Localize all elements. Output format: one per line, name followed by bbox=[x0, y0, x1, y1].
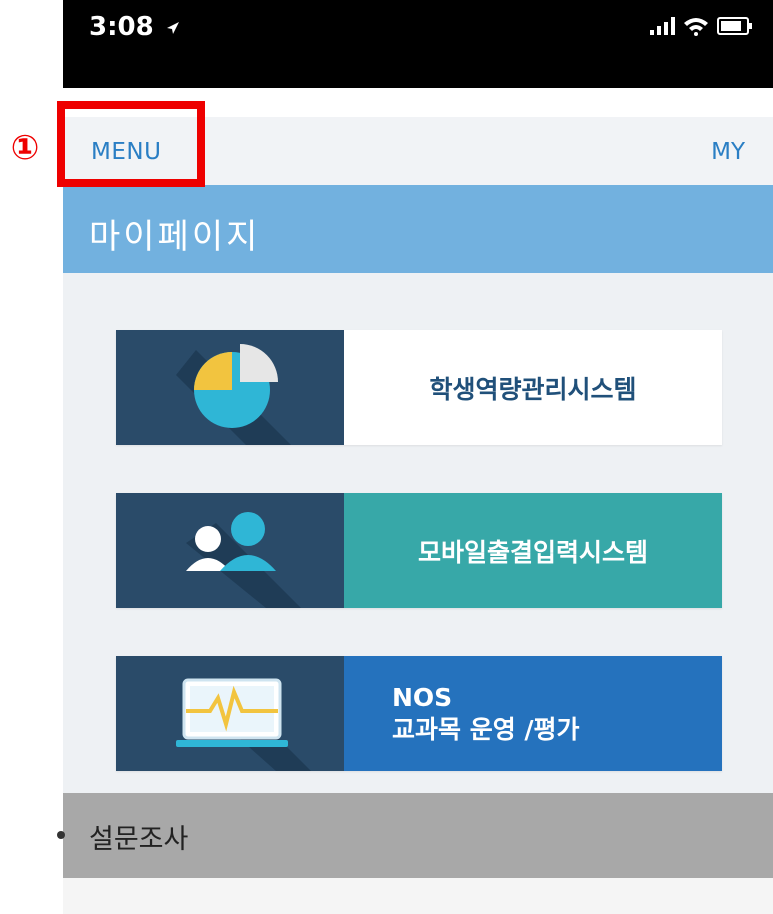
page-title: 마이페이지 bbox=[89, 217, 261, 257]
status-time: 3:08 bbox=[89, 12, 181, 42]
nos-course-card[interactable]: NOS 교과목 운영 /평가 bbox=[116, 656, 722, 771]
page-header: 마이페이지 bbox=[63, 185, 773, 273]
card-label: NOS 교과목 운영 /평가 bbox=[344, 656, 722, 771]
card-label-line1: NOS bbox=[392, 682, 453, 712]
main-content: 학생역량관리시스템 모바일출결입력시스템 NOS 교과목 운영 /평가 bbox=[63, 273, 773, 793]
survey-item[interactable]: 설문조사 bbox=[57, 793, 773, 878]
monitor-pulse-icon bbox=[116, 656, 344, 771]
my-button[interactable]: MY bbox=[711, 139, 745, 165]
menu-highlight-box bbox=[57, 101, 205, 187]
signal-icon bbox=[650, 17, 675, 35]
card-label: 학생역량관리시스템 bbox=[344, 330, 722, 445]
step-number: ① bbox=[10, 128, 40, 168]
wifi-icon bbox=[684, 18, 708, 36]
card-label-line2: 교과목 운영 /평가 bbox=[392, 714, 580, 744]
users-icon bbox=[116, 493, 344, 608]
student-competency-card[interactable]: 학생역량관리시스템 bbox=[116, 330, 722, 445]
status-bar: 3:08 bbox=[63, 0, 773, 88]
battery-icon bbox=[717, 17, 752, 35]
pie-chart-icon bbox=[116, 330, 344, 445]
card-label: 모바일출결입력시스템 bbox=[344, 493, 722, 608]
mobile-attendance-card[interactable]: 모바일출결입력시스템 bbox=[116, 493, 722, 608]
bottom-area bbox=[63, 878, 773, 914]
status-indicators bbox=[650, 16, 752, 36]
survey-label: 설문조사 bbox=[89, 824, 189, 855]
location-arrow-icon bbox=[166, 21, 179, 34]
bullet-icon bbox=[57, 831, 65, 839]
